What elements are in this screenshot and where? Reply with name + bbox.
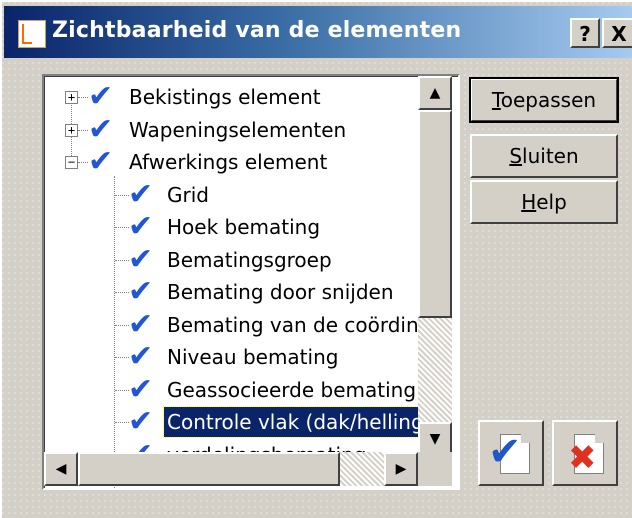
help-button[interactable]: Help (470, 180, 618, 224)
dialog-window: Zichtbaarheid van de elementen ? X + ✔ Bek… (0, 0, 632, 518)
tree-item-label: Bemating door snijden (167, 280, 394, 304)
tree-connector (115, 357, 129, 358)
expand-icon[interactable]: + (65, 91, 78, 104)
tree-connector (115, 422, 129, 423)
close-label: luiten (522, 144, 579, 168)
help-mnemonic: H (521, 190, 537, 214)
tree-item-label: Geassocieerde bemating (167, 377, 417, 402)
horizontal-scrollbar[interactable]: ◀ ▶ (44, 452, 418, 486)
tree-connector (115, 292, 129, 293)
checkmark-icon[interactable]: ✔ (88, 82, 113, 112)
apply-label: oepassen (500, 88, 597, 112)
tree-item[interactable]: ✔ Controle vlak (dak/helling/ (44, 405, 456, 439)
tree-item[interactable]: + ✔ Wapeningselementen (44, 113, 456, 147)
tree-item-label: Bekistings element (129, 85, 321, 109)
checkmark-icon[interactable]: ✔ (128, 277, 153, 307)
help-title-button[interactable]: ? (570, 18, 600, 48)
tree-connector (115, 389, 129, 391)
scroll-right-button[interactable]: ▶ (384, 452, 418, 486)
tree-view[interactable]: + ✔ Bekistings element + ✔ Wapeningselementen… (42, 74, 460, 490)
tree-item[interactable]: ✔ Grid (44, 178, 456, 212)
tree-connector (78, 129, 88, 131)
window-title: Zichtbaarheid van de elementen (52, 18, 462, 43)
check-all-button[interactable]: ✔ (478, 420, 544, 486)
check-all-icon: ✔ (488, 429, 522, 475)
scrollbar-corner (418, 452, 452, 486)
close-mnemonic: S (509, 144, 523, 168)
tree-item-label: Niveau bemating (167, 345, 339, 369)
close-button[interactable]: Sluiten (470, 134, 618, 178)
tree-item-label: Bemating van de coördinat (167, 312, 439, 337)
checkmark-icon[interactable]: ✔ (128, 374, 153, 405)
checkmark-icon[interactable]: ✔ (128, 342, 153, 372)
tree-item-label: Afwerkings element (129, 150, 328, 174)
vertical-scrollbar[interactable]: ▲ ▼ (418, 76, 452, 456)
tree-item[interactable]: ✔ Bemating door snijden (44, 275, 456, 309)
tree-connector (115, 227, 129, 228)
tree-item-label: Wapeningselementen (129, 117, 347, 142)
checkmark-icon[interactable]: ✔ (128, 309, 153, 340)
tree-item-label: Controle vlak (dak/helling/ (162, 406, 435, 438)
uncheck-all-button[interactable]: ✖ (552, 420, 618, 486)
tree-item-label: Grid (167, 182, 209, 207)
tree-connector (115, 324, 129, 326)
tree-item-label: Hoek bemating (167, 215, 321, 239)
scroll-left-button[interactable]: ◀ (44, 452, 78, 486)
uncheck-all-icon: ✖ (568, 438, 597, 478)
tree-item[interactable]: ✔ Hoek bemating (44, 210, 456, 244)
checkmark-icon[interactable]: ✔ (128, 179, 153, 210)
title-bar[interactable]: Zichtbaarheid van de elementen ? X (4, 6, 632, 58)
help-label: elp (536, 190, 567, 214)
scroll-up-button[interactable]: ▲ (418, 76, 452, 110)
tree-item[interactable]: ✔ Bemating van de coördinat (44, 308, 456, 342)
expand-icon[interactable]: + (65, 123, 78, 137)
checkmark-icon[interactable]: ✔ (88, 114, 113, 145)
horizontal-scroll-thumb[interactable] (78, 452, 340, 486)
tree-item-label: Bematingsgroep (167, 247, 332, 272)
tree-item[interactable]: + ✔ Bekistings element (44, 80, 456, 114)
tree-item[interactable]: ✔ Geassocieerde bemating (44, 373, 456, 407)
checkmark-icon[interactable]: ✔ (128, 244, 153, 275)
scroll-down-button[interactable]: ▼ (418, 422, 452, 456)
tree-item[interactable]: ✔ Bematingsgroep (44, 243, 456, 277)
tree-connector (115, 259, 129, 261)
collapse-icon[interactable]: − (65, 156, 78, 169)
tree-connector (78, 97, 88, 98)
vertical-scroll-thumb[interactable] (418, 110, 452, 318)
checkmark-icon[interactable]: ✔ (128, 212, 153, 242)
tree-item[interactable]: − ✔ Afwerkings element (44, 145, 456, 179)
close-title-button[interactable]: X (602, 18, 632, 48)
tree-connector (78, 162, 88, 163)
tree-item[interactable]: ✔ Niveau bemating (44, 340, 456, 374)
checkmark-icon[interactable]: ✔ (88, 147, 113, 177)
checkmark-icon[interactable]: ✔ (128, 407, 153, 437)
apply-button[interactable]: Toepassen (469, 77, 619, 123)
tree-connector (115, 194, 129, 196)
app-layout-icon (18, 20, 46, 48)
apply-mnemonic: T (491, 88, 501, 112)
